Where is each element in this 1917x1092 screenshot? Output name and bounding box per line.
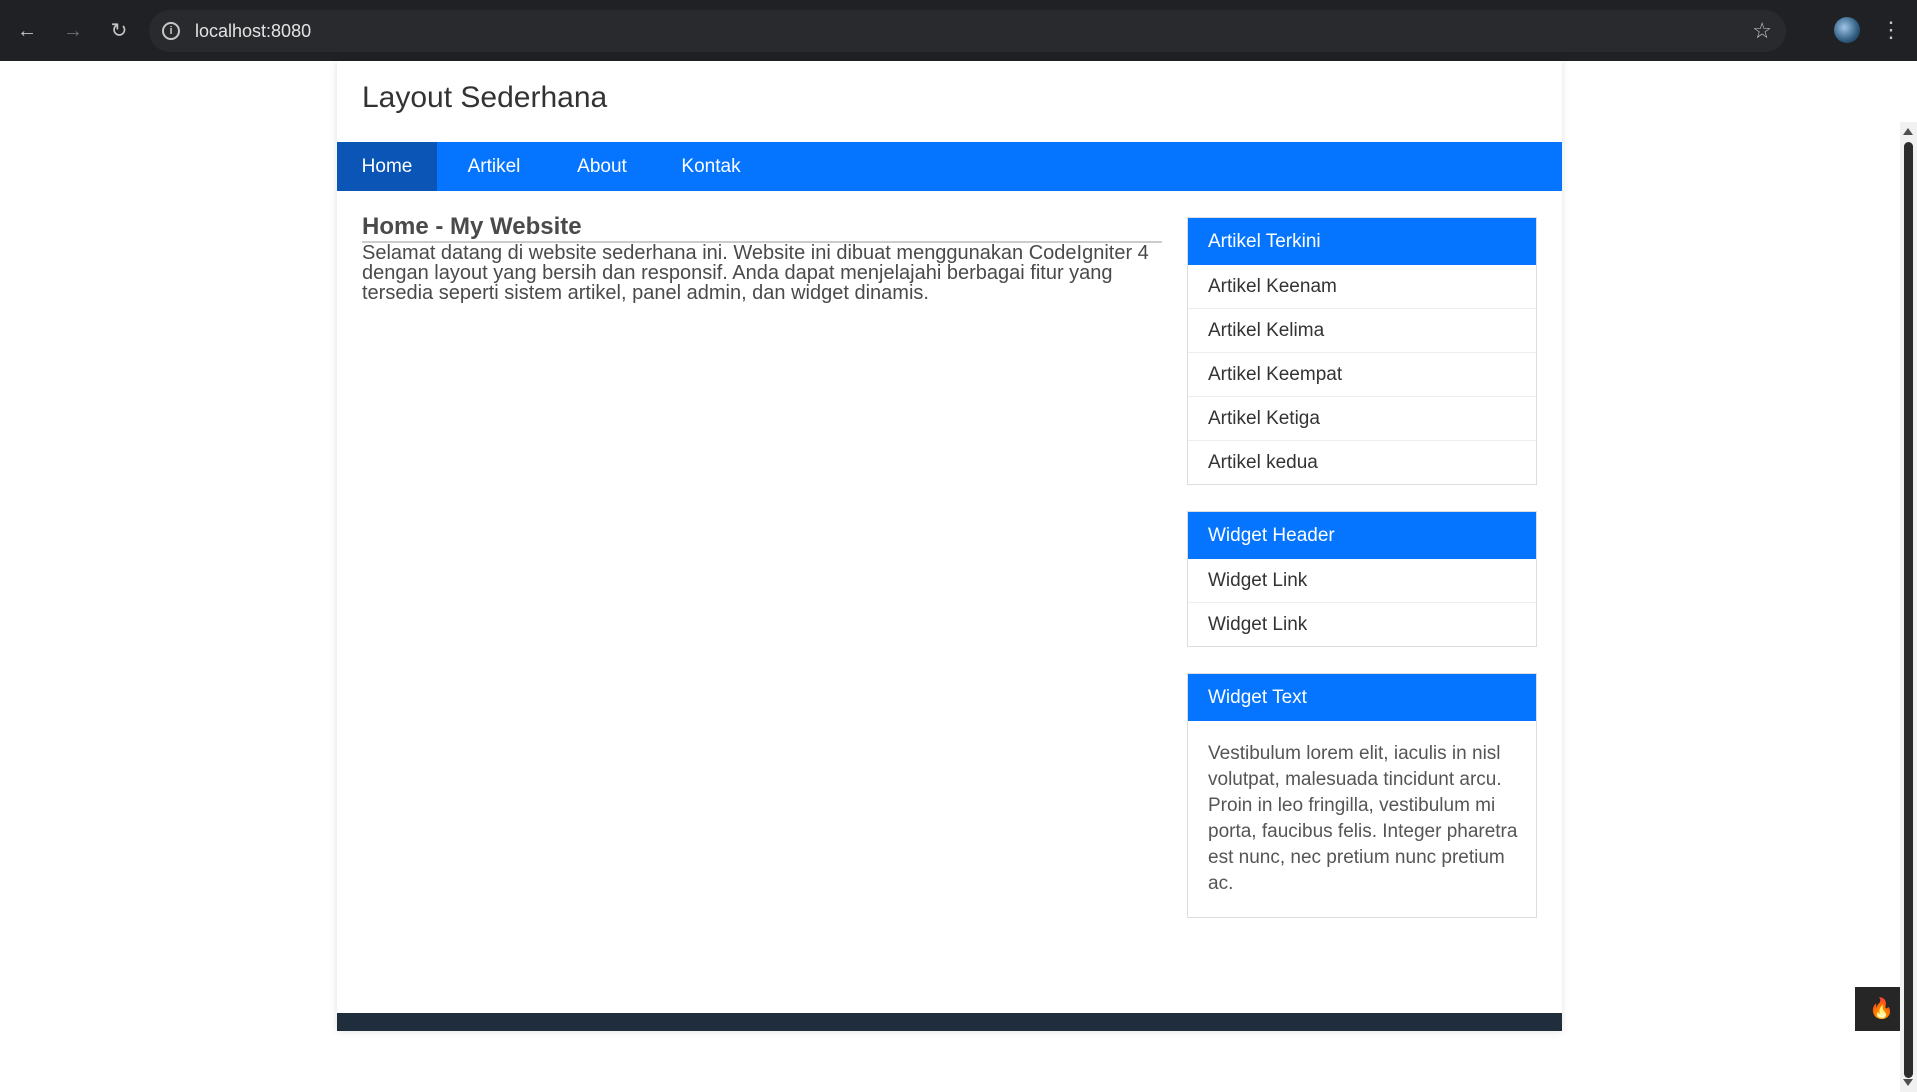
- star-icon[interactable]: ☆: [1752, 17, 1772, 45]
- page: Layout Sederhana Home Artikel About Kont…: [0, 61, 1917, 1092]
- more-vertical-icon[interactable]: ⋮: [1880, 14, 1902, 46]
- widget-header: Widget Header: [1188, 512, 1536, 559]
- reload-icon[interactable]: ↻: [104, 16, 134, 46]
- article-link[interactable]: Artikel kedua: [1188, 440, 1536, 484]
- flame-icon: 🔥: [1869, 998, 1894, 1020]
- site-container: Layout Sederhana Home Artikel About Kont…: [337, 61, 1562, 1031]
- content-text: Selamat datang di website sederhana ini.…: [362, 242, 1149, 304]
- nav-item-kontak[interactable]: Kontak: [653, 142, 769, 191]
- article-link[interactable]: Artikel Keempat: [1188, 352, 1536, 396]
- footer: [337, 1013, 1562, 1031]
- widget-header: Artikel Terkini: [1188, 218, 1536, 265]
- profile-avatar[interactable]: [1834, 17, 1860, 43]
- nav-item-home[interactable]: Home: [337, 142, 437, 191]
- browser-toolbar: ← → ↻ i localhost:8080 ☆ ⋮: [0, 0, 1917, 61]
- scroll-down-icon[interactable]: [1903, 1079, 1913, 1086]
- scroll-up-icon[interactable]: [1903, 128, 1913, 135]
- widget-text: Widget Text Vestibulum lorem elit, iacul…: [1187, 673, 1537, 918]
- main-nav: Home Artikel About Kontak: [337, 142, 1562, 191]
- address-bar[interactable]: i localhost:8080 ☆: [149, 10, 1786, 52]
- site-title: Layout Sederhana: [362, 81, 608, 114]
- forward-icon[interactable]: →: [58, 16, 88, 46]
- sidebar: Artikel Terkini Artikel Keenam Artikel K…: [1187, 217, 1537, 944]
- widget-link[interactable]: Widget Link: [1188, 559, 1536, 602]
- scroll-thumb[interactable]: [1904, 142, 1913, 1078]
- main-content: Home - My Website Selamat datang di webs…: [362, 215, 1162, 303]
- scrollbar[interactable]: [1900, 122, 1917, 1092]
- back-icon[interactable]: ←: [12, 16, 42, 46]
- widget-text-body: Vestibulum lorem elit, iaculis in nisl v…: [1208, 743, 1518, 894]
- widget-links: Widget Header Widget Link Widget Link: [1187, 511, 1537, 647]
- nav-item-about[interactable]: About: [551, 142, 653, 191]
- article-link[interactable]: Artikel Kelima: [1188, 308, 1536, 352]
- article-link[interactable]: Artikel Ketiga: [1188, 396, 1536, 440]
- recent-articles-widget: Artikel Terkini Artikel Keenam Artikel K…: [1187, 217, 1537, 485]
- nav-item-artikel[interactable]: Artikel: [437, 142, 551, 191]
- widget-link[interactable]: Widget Link: [1188, 602, 1536, 646]
- widget-header: Widget Text: [1188, 674, 1536, 721]
- content-title: Home - My Website: [362, 215, 1162, 243]
- url-text[interactable]: localhost:8080: [195, 20, 311, 42]
- debug-toolbar-button[interactable]: 🔥: [1855, 987, 1900, 1031]
- article-link[interactable]: Artikel Keenam: [1188, 265, 1536, 308]
- info-icon[interactable]: i: [162, 22, 180, 40]
